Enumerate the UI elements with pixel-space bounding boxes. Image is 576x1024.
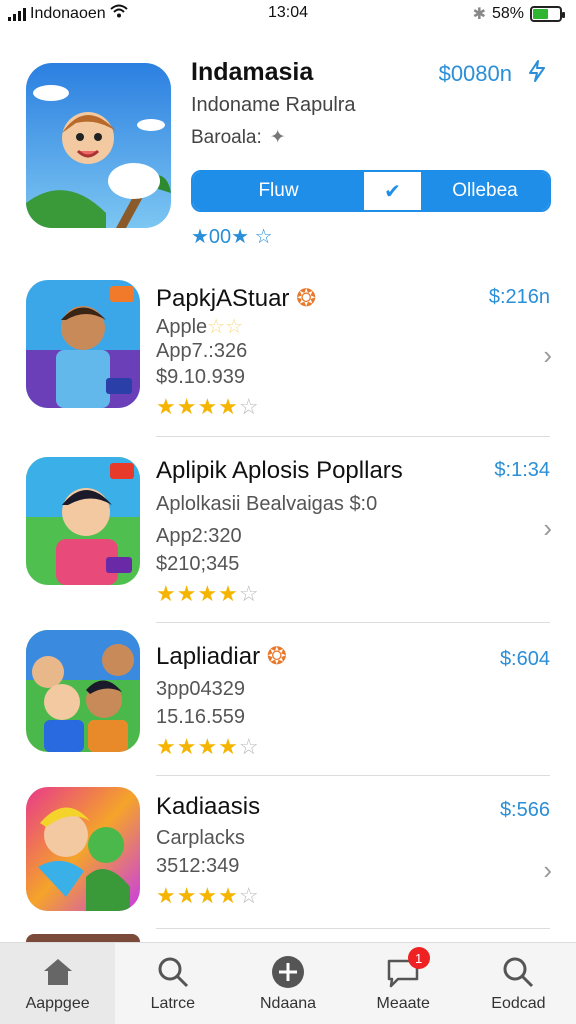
segment-right-button[interactable]: Ollebea — [421, 172, 549, 210]
check-icon: ✔ — [384, 180, 401, 203]
notification-badge: 1 — [407, 947, 430, 969]
app-line1: Carplacks — [156, 827, 245, 849]
app-line1: Apple☆☆ — [156, 314, 243, 339]
app-icon[interactable] — [26, 457, 140, 585]
home-icon — [43, 958, 72, 985]
app-price[interactable]: $:604 — [500, 648, 550, 671]
tab-home[interactable]: Aappgee — [0, 943, 116, 1024]
hero-meta-label: Baroala: — [191, 126, 262, 148]
star-icon: ★★★★ — [156, 883, 239, 908]
app-line3: $9.10.939 — [156, 366, 245, 388]
hero-rating-text: ★00★ ☆ — [191, 226, 273, 248]
tab-messages[interactable]: 1 Meaate — [346, 943, 461, 1024]
app-line3: 3512:349 — [156, 855, 240, 877]
list-item[interactable]: PapkjAStuar ❂ Apple☆☆ App7.:326 $9.10.93… — [0, 278, 576, 420]
search-icon — [503, 957, 534, 987]
chevron-right-icon[interactable]: › — [543, 855, 552, 886]
tab-label: Aappgee — [25, 994, 90, 1012]
app-title-text: Lapliadiar — [156, 643, 261, 670]
star-icon: ★★★★ — [156, 734, 239, 759]
app-price[interactable]: $:1:34 — [494, 459, 550, 482]
app-line2: 3pp04329 — [156, 678, 245, 700]
star-icon: ★★★★ — [156, 581, 239, 606]
app-icon[interactable] — [26, 787, 140, 911]
hero-price-area[interactable]: $0080n — [439, 60, 548, 88]
divider — [156, 928, 550, 929]
chevron-right-icon[interactable]: › — [543, 340, 552, 371]
list-item[interactable]: Lapliadiar ❂ 3pp04329 15.16.559 ★★★★☆ $:… — [0, 628, 576, 760]
tab-label: Ndaana — [259, 994, 317, 1012]
star-empty-icon: ☆ — [238, 581, 260, 606]
app-price[interactable]: $:566 — [500, 799, 550, 822]
app-line3: 15.16.559 — [156, 706, 245, 728]
star-empty-icon: ☆ — [238, 883, 260, 908]
segmented-control: Fluw ✔ Ollebea — [191, 170, 551, 212]
battery-icon — [530, 6, 565, 22]
status-right: ✱ 58% — [472, 4, 565, 24]
hero-app-icon[interactable] — [26, 63, 171, 228]
app-title: Lapliadiar ❂ — [156, 642, 287, 671]
app-price[interactable]: $:216n — [489, 286, 550, 309]
app-title: Kadiaasis — [156, 793, 261, 820]
tab-label: Latrce — [150, 994, 196, 1012]
tab-search-2[interactable]: Eodcad — [461, 943, 576, 1024]
app-title: PapkjAStuar ❂ — [156, 284, 316, 313]
list-item[interactable]: Aplipik Aplosis Popllars Aplolkasii Beal… — [0, 455, 576, 606]
tab-label: Meaate — [376, 994, 430, 1012]
star-empty-icon: ☆ — [238, 734, 260, 759]
app-icon[interactable] — [26, 280, 140, 408]
rating-stars: ★★★★☆ — [156, 883, 260, 909]
tab-bar: Aappgee Latrce Ndaana 1 Meaate Eodcad — [0, 942, 576, 1024]
status-bar: Indonaoen 13:04 ✱ 58% — [0, 0, 576, 28]
divider — [156, 622, 550, 623]
hero-app-subtitle: Indoname Rapulra — [191, 94, 356, 116]
app-line2: App2:320 — [156, 525, 242, 547]
app-line2: App7.:326 — [156, 340, 248, 362]
star-icon: ★★★★ — [156, 394, 239, 419]
app-title-text: PapkjAStuar — [156, 285, 290, 312]
star-empty-icon: ☆ — [238, 394, 260, 419]
medal-icon: ❂ — [266, 643, 287, 670]
rating-stars: ★★★★☆ — [156, 581, 260, 607]
app-icon[interactable] — [26, 630, 140, 752]
tab-add[interactable]: Ndaana — [230, 943, 345, 1024]
app-title: Aplipik Aplosis Popllars — [156, 457, 403, 484]
bluetooth-icon: ✱ — [472, 6, 486, 23]
hero-price: $0080n — [438, 61, 512, 86]
star-icon: ☆☆ — [207, 316, 244, 338]
pin-icon: ✦ — [269, 127, 286, 148]
rating-stars: ★★★★☆ — [156, 394, 260, 420]
search-icon — [158, 957, 188, 987]
divider — [156, 775, 550, 776]
battery-percent: 58% — [491, 5, 524, 22]
segment-check-button[interactable]: ✔ — [364, 172, 421, 210]
tab-search[interactable]: Latrce — [115, 943, 230, 1024]
app-line1: Aplolkasii Bealvaigas $:0 — [156, 493, 378, 515]
plus-circle-icon — [272, 955, 304, 988]
hero-rating: ★00★ ☆ — [191, 224, 273, 249]
rating-stars: ★★★★☆ — [156, 734, 260, 760]
tab-label: Eodcad — [491, 994, 546, 1012]
hero-app-title: Indamasia — [191, 58, 314, 86]
hero-app-meta: Baroala: ✦ — [191, 126, 286, 149]
chevron-right-icon[interactable]: › — [543, 513, 552, 544]
app-line3: $210;345 — [156, 553, 240, 575]
app-line1-text: Apple — [156, 316, 208, 338]
list-item[interactable]: Kadiaasis Carplacks 3512:349 ★★★★☆ $:566… — [0, 785, 576, 925]
segment-left-button[interactable]: Fluw — [193, 172, 364, 210]
divider — [156, 436, 550, 437]
medal-icon: ❂ — [296, 285, 317, 312]
lightning-icon[interactable] — [526, 60, 548, 88]
